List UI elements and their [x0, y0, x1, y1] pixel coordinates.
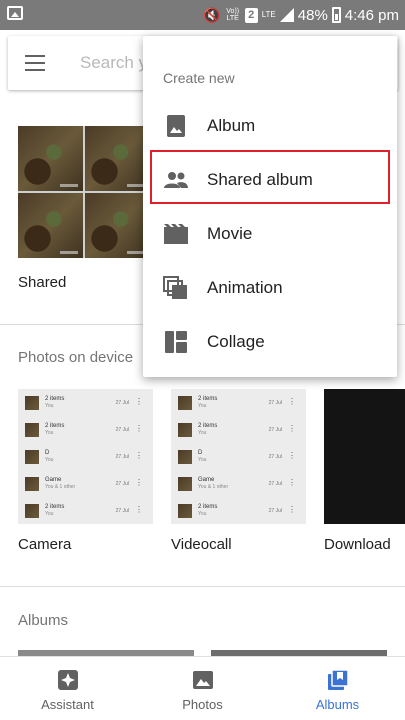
photos-icon: [192, 671, 213, 689]
create-new-menu: Create new Album Shared album Movie Anim…: [143, 36, 397, 377]
nav-label-photos: Photos: [182, 697, 223, 712]
list-item: D You 27 Jul ⋮: [171, 443, 306, 470]
lte-indicator: LTE: [261, 10, 276, 19]
sim-indicator: 2: [244, 7, 258, 23]
folder-label-videocall: Videocall: [171, 536, 232, 553]
photo-thumbnail: [85, 126, 150, 191]
menu-item-label: Movie: [207, 224, 253, 243]
search-input[interactable]: Search y: [80, 53, 147, 73]
menu-title: Create new: [163, 70, 235, 86]
menu-item-movie[interactable]: Movie: [143, 207, 397, 261]
menu-item-collage[interactable]: Collage: [143, 315, 397, 369]
menu-item-label: Album: [207, 116, 256, 135]
hamburger-menu-icon[interactable]: [25, 55, 45, 71]
album-icon: [167, 115, 185, 137]
highlight-annotation: [150, 150, 390, 204]
divider: [0, 586, 405, 587]
nav-photos[interactable]: Photos: [135, 657, 270, 720]
photo-thumbnail: [85, 193, 150, 258]
bottom-navigation: Assistant Photos Albums: [0, 656, 405, 720]
signal-icon: [279, 8, 294, 22]
mute-icon: 🔇: [203, 6, 221, 23]
assistant-icon: [57, 670, 78, 690]
animation-icon: [163, 276, 187, 299]
albums-header: Albums: [18, 612, 69, 629]
gallery-notification-icon: [7, 6, 23, 20]
list-item: Game You & 1 other 27 Jul ⋮: [171, 470, 306, 497]
list-item: 2 items You 27 Jul ⋮: [171, 497, 306, 524]
battery-percent: 48%: [297, 6, 328, 24]
list-item: 2 items You 27 Jul ⋮: [171, 389, 306, 416]
movie-icon: [164, 224, 188, 244]
photo-thumbnail: [18, 126, 83, 191]
clock: 4:46 pm: [344, 6, 399, 24]
photos-on-device-header: Photos on device: [18, 349, 134, 366]
albums-icon: [327, 669, 349, 690]
shared-label: Shared: [18, 274, 67, 291]
nav-assistant[interactable]: Assistant: [0, 657, 135, 720]
volte-indicator: Vo)) LTE: [226, 8, 240, 22]
photo-thumbnail: [18, 193, 83, 258]
folder-download-tile[interactable]: [324, 389, 405, 524]
list-item: 2 items You 27 Jul ⋮: [18, 497, 153, 524]
folder-label-download: Download: [324, 536, 391, 553]
shared-album-cover[interactable]: [18, 126, 150, 258]
nav-label-assistant: Assistant: [41, 697, 94, 712]
folder-label-camera: Camera: [18, 536, 72, 553]
battery-icon: [331, 7, 341, 23]
nav-label-albums: Albums: [315, 697, 360, 712]
folder-videocall-tile[interactable]: 2 items You 27 Jul ⋮ 2 items You 27 Jul ⋮ D You…: [171, 389, 306, 524]
nav-albums[interactable]: Albums: [270, 657, 405, 720]
collage-icon: [165, 331, 187, 353]
status-bar: 🔇 Vo)) LTE 2 LTE 48% 4:46 pm: [0, 0, 405, 30]
list-item: Game You & 1 other 27 Jul ⋮: [18, 470, 153, 497]
folder-camera-tile[interactable]: 2 items You 27 Jul ⋮ 2 items You 27 Jul ⋮ D You…: [18, 389, 153, 524]
list-item: 2 items You 27 Jul ⋮: [171, 416, 306, 443]
list-item: D You 27 Jul ⋮: [18, 443, 153, 470]
menu-item-album[interactable]: Album: [143, 99, 397, 153]
status-icons: 🔇 Vo)) LTE 2 LTE 48% 4:46 pm: [203, 0, 399, 30]
menu-item-label: Collage: [207, 332, 265, 351]
menu-item-animation[interactable]: Animation: [143, 261, 397, 315]
list-item: 2 items You 27 Jul ⋮: [18, 416, 153, 443]
menu-item-label: Animation: [207, 278, 283, 297]
list-item: 2 items You 27 Jul ⋮: [18, 389, 153, 416]
